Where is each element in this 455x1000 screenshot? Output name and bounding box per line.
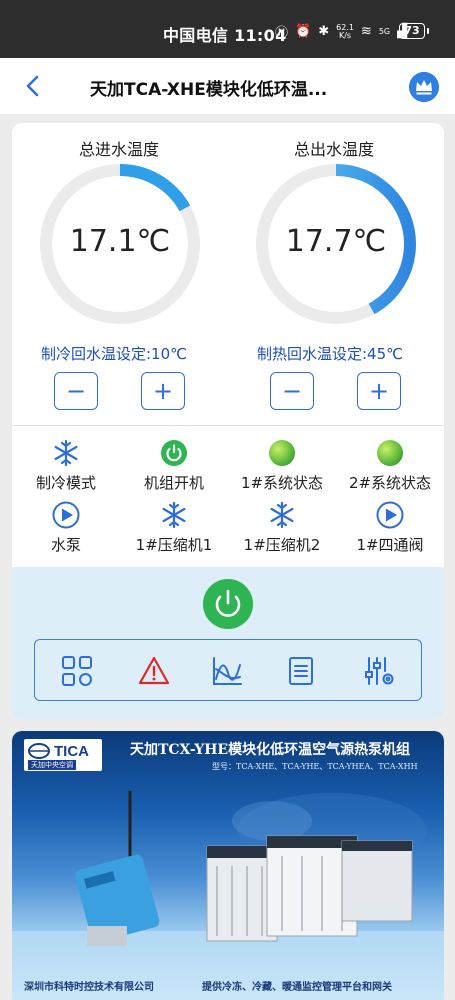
status-system-2: 2#系统状态	[336, 439, 444, 493]
heating-increase-button[interactable]: +	[357, 372, 401, 410]
outlet-temp-value: 17.7℃	[285, 224, 387, 259]
alarm-warning-icon[interactable]	[138, 655, 170, 687]
banner-models: 型号：TCA-XHE、TCA-YHE、TCA-YHEA、TCA-XHH	[212, 762, 418, 771]
power-green-icon	[161, 440, 187, 466]
status-cooling-mode: 制冷模式	[12, 439, 120, 493]
snowflake-icon	[54, 439, 78, 467]
nfc-icon: Ⓝ	[275, 26, 289, 41]
heating-setpoint-label: 制热回水温设定:45℃	[257, 345, 403, 363]
snowflake-icon	[162, 501, 186, 529]
green-dot-icon	[269, 440, 295, 466]
status-label: 1#压缩机1	[135, 536, 213, 554]
snowflake-icon	[270, 501, 294, 529]
signal-5g: 5G	[378, 26, 391, 36]
status-icons: Ⓝ ⏰ ✱ 62.1 K/s ≋ 5G ▟	[275, 22, 407, 41]
status-system-1: 1#系统状态	[228, 439, 336, 493]
tica-logo-text: TICA	[54, 743, 89, 760]
banner-title: 天加TCX-YHE模块化低环温空气源热泵机组	[130, 742, 411, 758]
banner-company: 深圳市科特时控技术有限公司	[24, 982, 154, 993]
grid-apps-icon[interactable]	[61, 655, 93, 687]
settings-sliders-icon[interactable]	[363, 655, 395, 687]
inlet-temp-title: 总进水温度	[79, 140, 160, 159]
tica-logo-mark	[28, 743, 50, 759]
status-label: 1#四通阀	[356, 536, 424, 554]
banner-tagline: 提供冷冻、冷藏、暖通监控管理平台和网关	[202, 982, 392, 993]
status-compressor-1: 1#压缩机1	[120, 501, 228, 555]
status-label: 2#系统状态	[348, 474, 432, 492]
net-speed: 62.1 K/s	[336, 22, 354, 40]
status-compressor-2: 1#压缩机2	[228, 501, 336, 555]
main-card: 总进水温度 17.1℃ 总出水温度 17.7℃ 制冷回水温设定:10℃ 制热回水…	[12, 123, 444, 720]
cooling-increase-button[interactable]: +	[141, 372, 185, 410]
tica-logo: TICA 天加中央空调	[24, 739, 102, 771]
status-four-way-valve: 1#四通阀	[336, 501, 444, 555]
status-label: 1#压缩机2	[243, 536, 321, 554]
cooling-setpoint-label: 制冷回水温设定:10℃	[41, 345, 187, 363]
play-icon	[52, 501, 80, 529]
back-arrow-icon[interactable]	[22, 74, 44, 98]
divider	[12, 425, 444, 426]
list-document-icon[interactable]	[285, 655, 317, 687]
play-icon	[376, 501, 404, 529]
outlet-temp-title: 总出水温度	[294, 140, 375, 159]
status-label: 水泵	[50, 536, 81, 554]
inlet-temp-value: 17.1℃	[69, 224, 171, 259]
carrier-time: 中国电信 11:04	[163, 26, 287, 45]
status-label: 制冷模式	[35, 474, 96, 492]
status-bar: 中国电信 11:04 Ⓝ ⏰ ✱ 62.1 K/s ≋ 5G ▟ 73	[0, 0, 455, 58]
bluetooth-icon: ✱	[318, 24, 330, 39]
trend-chart-icon[interactable]	[211, 655, 243, 687]
app-header: 天加TCA-XHE模块化低环温...	[0, 58, 455, 114]
status-water-pump: 水泵	[12, 501, 120, 555]
wifi-icon: ≋	[360, 24, 372, 39]
status-label: 机组开机	[143, 474, 204, 492]
crown-icon[interactable]	[409, 72, 439, 102]
heating-decrease-button[interactable]: −	[270, 372, 314, 410]
green-dot-icon	[377, 440, 403, 466]
tica-logo-subtext: 天加中央空调	[28, 760, 76, 770]
cooling-decrease-button[interactable]: −	[54, 372, 98, 410]
control-area	[12, 567, 444, 720]
promo-banner[interactable]: TICA 天加中央空调 天加TCX-YHE模块化低环温空气源热泵机组 型号：TC…	[12, 731, 444, 1000]
status-label: 1#系统状态	[240, 474, 324, 492]
status-unit-on: 机组开机	[120, 439, 228, 493]
power-button[interactable]	[203, 579, 253, 629]
function-toolbar	[34, 639, 422, 701]
page-title: 天加TCA-XHE模块化低环温...	[90, 80, 328, 100]
battery-indicator: 73	[399, 23, 429, 39]
alarm-icon: ⏰	[295, 24, 312, 39]
